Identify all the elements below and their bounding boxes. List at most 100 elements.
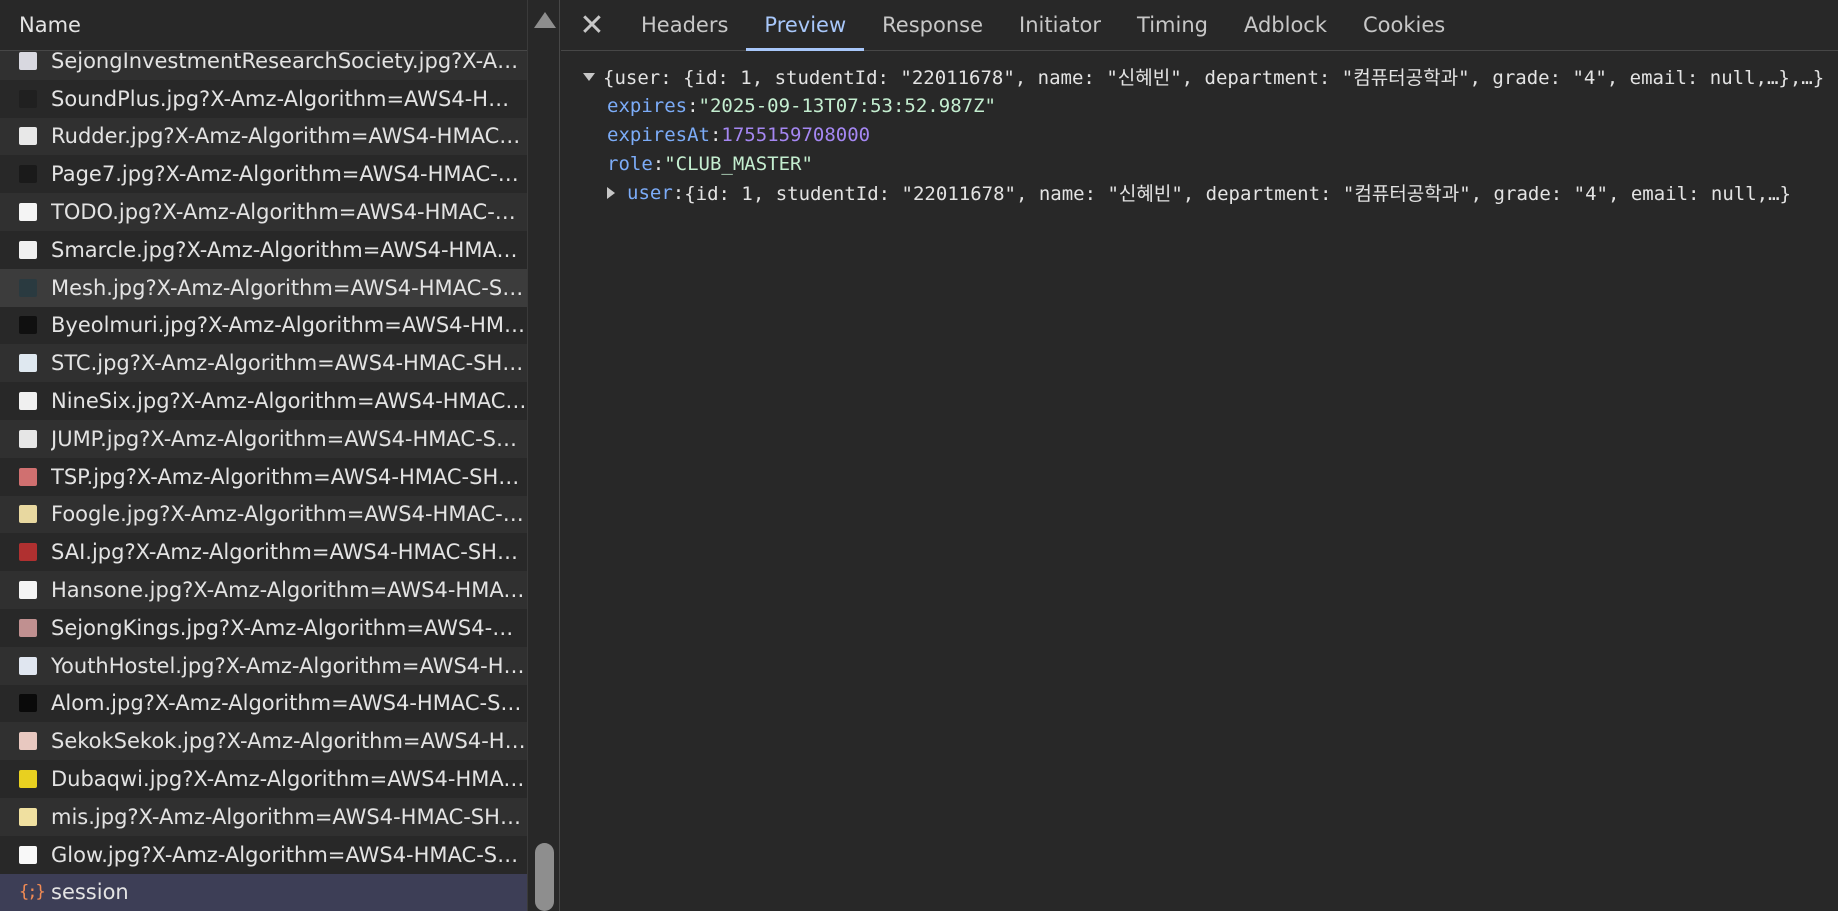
- image-thumbnail-icon: [19, 807, 37, 826]
- request-row-label: JUMP.jpg?X-Amz-Algorithm=AWS4-HMAC-SH...: [51, 426, 527, 451]
- request-row[interactable]: Foogle.jpg?X-Amz-Algorithm=AWS4-HMAC-S..…: [0, 495, 527, 534]
- colon-separator: :: [672, 181, 685, 204]
- image-thumbnail-icon: [19, 51, 37, 70]
- image-thumbnail-icon: [19, 581, 37, 600]
- tab-adblock[interactable]: Adblock: [1226, 0, 1345, 50]
- request-row-label: SekokSekok.jpg?X-Amz-Algorithm=AWS4-HM..…: [51, 729, 527, 754]
- request-row[interactable]: SekokSekok.jpg?X-Amz-Algorithm=AWS4-HM..…: [0, 722, 527, 761]
- image-thumbnail-icon: [19, 543, 37, 562]
- request-row-label: Rudder.jpg?X-Amz-Algorithm=AWS4-HMAC-S..…: [51, 124, 527, 149]
- request-row-label: NineSix.jpg?X-Amz-Algorithm=AWS4-HMAC-S.…: [51, 389, 527, 414]
- details-tab-bar: ✕ Headers Preview Response Initiator Timing A…: [561, 0, 1838, 51]
- name-column-header[interactable]: Name: [0, 0, 527, 51]
- image-thumbnail-icon: [19, 732, 37, 751]
- role-property: role: "CLUB_MASTER": [561, 149, 1838, 178]
- property-key: expires: [607, 94, 688, 117]
- request-row-label: Alom.jpg?X-Amz-Algorithm=AWS4-HMAC-SH...: [51, 691, 527, 716]
- request-list-panel: SejongInvestmentResearchSociety.jpg?X-Am…: [0, 0, 560, 911]
- request-row-label: Smarcle.jpg?X-Amz-Algorithm=AWS4-HMAC-S.…: [51, 237, 527, 262]
- colon-separator: :: [652, 152, 665, 175]
- request-row-label: Hansone.jpg?X-Amz-Algorithm=AWS4-HMAC-..…: [51, 578, 527, 603]
- root-object-line[interactable]: {user: {id: 1, studentId: "22011678", na…: [561, 62, 1838, 91]
- request-row-label: SAI.jpg?X-Amz-Algorithm=AWS4-HMAC-SHA2..…: [51, 540, 527, 565]
- request-row[interactable]: SAI.jpg?X-Amz-Algorithm=AWS4-HMAC-SHA2..…: [0, 533, 527, 572]
- request-row[interactable]: Page7.jpg?X-Amz-Algorithm=AWS4-HMAC-SH..…: [0, 155, 527, 194]
- request-row[interactable]: JUMP.jpg?X-Amz-Algorithm=AWS4-HMAC-SH...: [0, 419, 527, 458]
- request-row[interactable]: YouthHostel.jpg?X-Amz-Algorithm=AWS4-HM.…: [0, 646, 527, 685]
- tab-timing[interactable]: Timing: [1119, 0, 1226, 50]
- property-value: "2025-09-13T07:53:52.987Z": [698, 94, 996, 117]
- image-thumbnail-icon: [19, 392, 37, 411]
- request-list: SejongInvestmentResearchSociety.jpg?X-Am…: [0, 42, 527, 911]
- request-row-label: SejongKings.jpg?X-Amz-Algorithm=AWS4-HM.…: [51, 615, 527, 640]
- expand-arrow-down-icon[interactable]: [583, 72, 595, 81]
- request-row-label: SejongInvestmentResearchSociety.jpg?X-Am…: [51, 48, 527, 73]
- scroll-up-arrow-icon[interactable]: [534, 12, 556, 28]
- expires-property: expires: "2025-09-13T07:53:52.987Z": [561, 91, 1838, 120]
- request-row[interactable]: Mesh.jpg?X-Amz-Algorithm=AWS4-HMAC-SH...: [0, 268, 527, 307]
- colon-separator: :: [687, 94, 699, 117]
- json-preview-tree: {user: {id: 1, studentId: "22011678", na…: [561, 62, 1838, 207]
- property-key: user: [627, 181, 673, 204]
- image-thumbnail-icon: [19, 845, 37, 864]
- image-thumbnail-icon: [19, 505, 37, 524]
- request-row[interactable]: Alom.jpg?X-Amz-Algorithm=AWS4-HMAC-SH...: [0, 684, 527, 723]
- request-row-label: Foogle.jpg?X-Amz-Algorithm=AWS4-HMAC-S..…: [51, 502, 527, 527]
- request-row[interactable]: mis.jpg?X-Amz-Algorithm=AWS4-HMAC-SHA2..…: [0, 797, 527, 836]
- tab-cookies[interactable]: Cookies: [1345, 0, 1463, 50]
- tab-response[interactable]: Response: [864, 0, 1001, 50]
- root-object-summary: {user: {id: 1, studentId: "22011678", na…: [603, 67, 1825, 89]
- request-row[interactable]: Rudder.jpg?X-Amz-Algorithm=AWS4-HMAC-S..…: [0, 117, 527, 156]
- request-row[interactable]: TODO.jpg?X-Amz-Algorithm=AWS4-HMAC-SH...: [0, 193, 527, 231]
- image-thumbnail-icon: [19, 467, 37, 486]
- tab-initiator[interactable]: Initiator: [1001, 0, 1119, 50]
- request-row[interactable]: SoundPlus.jpg?X-Amz-Algorithm=AWS4-HMA..…: [0, 79, 527, 118]
- user-property[interactable]: user: {id: 1, studentId: "22011678", nam…: [561, 178, 1838, 207]
- request-row-label: Page7.jpg?X-Amz-Algorithm=AWS4-HMAC-SH..…: [51, 162, 527, 187]
- details-panel: ✕ Headers Preview Response Initiator Timing A…: [561, 0, 1838, 911]
- request-row[interactable]: Hansone.jpg?X-Amz-Algorithm=AWS4-HMAC-..…: [0, 571, 527, 609]
- request-row[interactable]: Dubaqwi.jpg?X-Amz-Algorithm=AWS4-HMAC-..…: [0, 760, 527, 798]
- image-thumbnail-icon: [19, 89, 37, 108]
- close-icon[interactable]: ✕: [561, 0, 623, 50]
- request-row-label: SoundPlus.jpg?X-Amz-Algorithm=AWS4-HMA..…: [51, 86, 527, 111]
- image-thumbnail-icon: [19, 127, 37, 146]
- property-value: "CLUB_MASTER": [664, 152, 813, 175]
- request-row-label: Dubaqwi.jpg?X-Amz-Algorithm=AWS4-HMAC-..…: [51, 767, 527, 792]
- request-row-label: mis.jpg?X-Amz-Algorithm=AWS4-HMAC-SHA2..…: [51, 804, 527, 829]
- property-value: 1755159708000: [721, 123, 871, 146]
- request-row[interactable]: Glow.jpg?X-Amz-Algorithm=AWS4-HMAC-SH...: [0, 835, 527, 874]
- tab-headers[interactable]: Headers: [623, 0, 746, 50]
- image-thumbnail-icon: [19, 203, 37, 222]
- image-thumbnail-icon: [19, 316, 37, 335]
- request-row[interactable]: Byeolmuri.jpg?X-Amz-Algorithm=AWS4-HMA..…: [0, 306, 527, 345]
- image-thumbnail-icon: [19, 165, 37, 184]
- property-value: {id: 1, studentId: "22011678", name: "신혜…: [684, 183, 1791, 205]
- request-row-label: YouthHostel.jpg?X-Amz-Algorithm=AWS4-HM.…: [51, 653, 527, 678]
- tab-preview[interactable]: Preview: [746, 0, 864, 51]
- image-thumbnail-icon: [19, 429, 37, 448]
- request-row[interactable]: SejongKings.jpg?X-Amz-Algorithm=AWS4-HM.…: [0, 608, 527, 647]
- property-key: expiresAt: [607, 123, 710, 146]
- name-column-label: Name: [19, 13, 81, 37]
- image-thumbnail-icon: [19, 770, 37, 789]
- request-row-label: Glow.jpg?X-Amz-Algorithm=AWS4-HMAC-SH...: [51, 842, 527, 867]
- scrollbar-thumb[interactable]: [535, 843, 554, 911]
- image-thumbnail-icon: [19, 694, 37, 713]
- expand-arrow-right-icon[interactable]: [607, 186, 615, 199]
- request-row-label: TODO.jpg?X-Amz-Algorithm=AWS4-HMAC-SH...: [51, 200, 527, 225]
- request-row[interactable]: STC.jpg?X-Amz-Algorithm=AWS4-HMAC-SHA...: [0, 344, 527, 383]
- image-thumbnail-icon: [19, 656, 37, 675]
- image-thumbnail-icon: [19, 354, 37, 373]
- request-row-label: Mesh.jpg?X-Amz-Algorithm=AWS4-HMAC-SH...: [51, 275, 527, 300]
- request-row[interactable]: NineSix.jpg?X-Amz-Algorithm=AWS4-HMAC-S.…: [0, 382, 527, 420]
- request-row-label: STC.jpg?X-Amz-Algorithm=AWS4-HMAC-SHA...: [51, 351, 527, 376]
- request-row[interactable]: {;} session: [0, 873, 527, 911]
- request-row[interactable]: TSP.jpg?X-Amz-Algorithm=AWS4-HMAC-SHA2..…: [0, 457, 527, 496]
- request-row[interactable]: Smarcle.jpg?X-Amz-Algorithm=AWS4-HMAC-S.…: [0, 230, 527, 269]
- image-thumbnail-icon: [19, 278, 37, 297]
- request-list-scrollbar[interactable]: [527, 0, 559, 911]
- json-file-icon: {;}: [19, 882, 46, 903]
- request-row-label: session: [51, 880, 129, 905]
- image-thumbnail-icon: [19, 618, 37, 637]
